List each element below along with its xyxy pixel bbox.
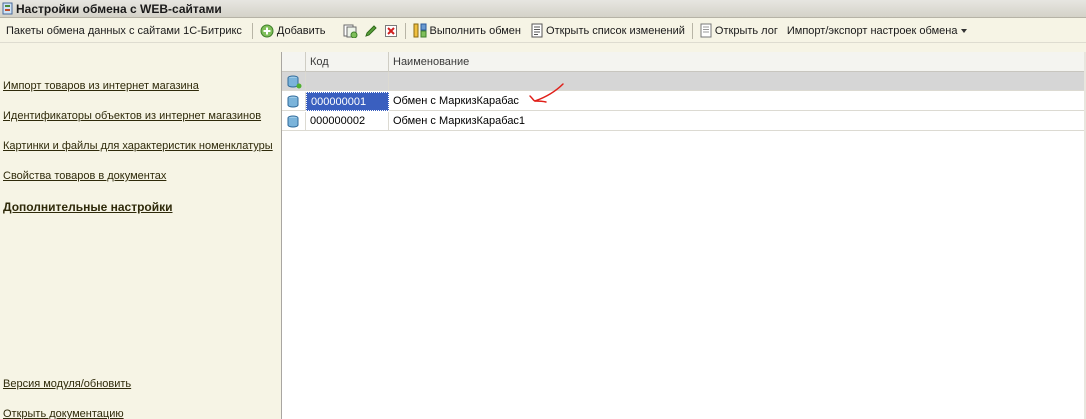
add-button-label: Добавить [276, 24, 326, 37]
table-header: Код Наименование [282, 52, 1086, 72]
window-titlebar: Настройки обмена с WEB-сайтами [0, 0, 1086, 18]
nav-link-goods-properties[interactable]: Свойства товаров в документах [3, 170, 166, 182]
open-log-label: Открыть лог [714, 24, 778, 37]
row-icon-cell [282, 72, 306, 91]
cell-name[interactable]: Обмен с МаркизКарабас [389, 92, 1085, 111]
header-name[interactable]: Наименование [389, 52, 1085, 72]
import-export-label: Импорт/экспорт настроек обмена [786, 24, 958, 37]
cell-name [389, 72, 1085, 91]
edit-icon [364, 24, 377, 37]
run-exchange-label: Выполнить обмен [429, 24, 522, 37]
nav-link-pictures-files[interactable]: Картинки и файлы для характеристик номен… [3, 140, 273, 152]
cell-code[interactable]: 000000001 [306, 92, 389, 111]
left-nav-pane: Импорт товаров из интернет магазина Иден… [0, 43, 281, 419]
chevron-down-icon [961, 28, 968, 33]
edit-button[interactable] [361, 21, 381, 41]
delete-button[interactable] [381, 21, 401, 41]
nav-link-object-identifiers[interactable]: Идентификаторы объектов из интернет мага… [3, 110, 261, 122]
table-group-row[interactable] [282, 72, 1086, 91]
toolbar-separator [404, 22, 406, 39]
nav-link-import-goods[interactable]: Импорт товаров из интернет магазина [3, 80, 199, 92]
nav-link-additional-settings[interactable]: Дополнительные настройки [3, 200, 173, 214]
row-icon-cell [282, 92, 306, 111]
add-icon [260, 24, 274, 37]
cell-code [306, 72, 389, 91]
cell-code[interactable]: 000000002 [306, 112, 389, 131]
toolbar: Пакеты обмена данных с сайтами 1С-Битрик… [0, 19, 1086, 43]
toolbar-separator [691, 22, 693, 39]
window-title: Настройки обмена с WEB-сайтами [16, 1, 222, 16]
db-item-icon [287, 115, 299, 127]
exchange-packages-table: Код Наименование 000000001 Обмен с Марки… [281, 52, 1086, 419]
header-code[interactable]: Код [306, 52, 389, 72]
table-row[interactable]: 000000001 Обмен с МаркизКарабас [282, 92, 1086, 111]
copy-icon [343, 24, 358, 38]
open-changes-label: Открыть список изменений [546, 24, 685, 37]
db-item-icon [287, 95, 299, 107]
toolbar-section-label: Пакеты обмена данных с сайтами 1С-Битрик… [6, 24, 242, 37]
header-icon-column [282, 52, 306, 72]
toolbar-separator [251, 22, 253, 39]
open-log-button[interactable]: Открыть лог [697, 21, 781, 41]
nav-link-open-documentation[interactable]: Открыть документацию [3, 408, 124, 419]
nav-link-module-version[interactable]: Версия модуля/обновить [3, 378, 131, 390]
table-row[interactable]: 000000002 Обмен с МаркизКарабас1 [282, 112, 1086, 131]
delete-icon [384, 24, 397, 37]
window-icon [2, 2, 13, 15]
row-icon-cell [282, 112, 306, 131]
db-item-icon [287, 75, 302, 88]
changes-list-icon [531, 23, 543, 38]
cell-name[interactable]: Обмен с МаркизКарабас1 [389, 112, 1085, 131]
exchange-icon [413, 23, 427, 38]
import-export-dropdown[interactable]: Импорт/экспорт настроек обмена [784, 21, 971, 41]
run-exchange-button[interactable]: Выполнить обмен [410, 21, 524, 41]
open-changes-button[interactable]: Открыть список изменений [528, 21, 688, 41]
annotation-arrow [529, 83, 564, 103]
log-icon [700, 23, 712, 38]
copy-button[interactable] [339, 21, 361, 41]
add-button[interactable]: Добавить [257, 21, 329, 41]
